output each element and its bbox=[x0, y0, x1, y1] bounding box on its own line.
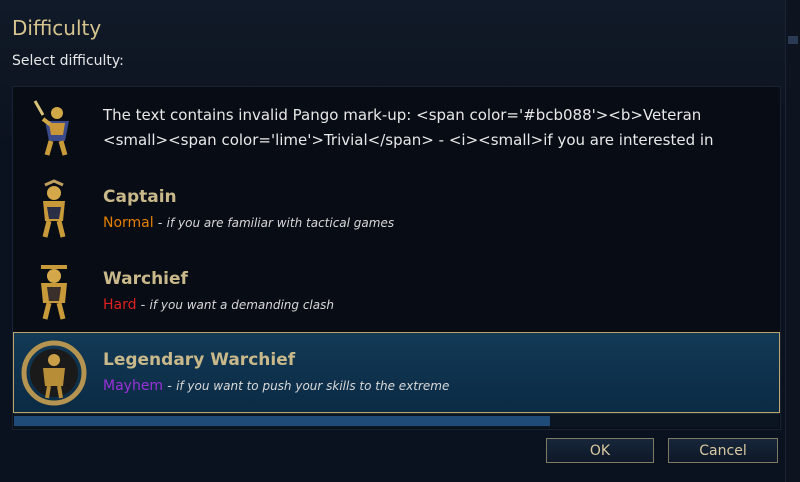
difficulty-hint: if you are familiar with tactical games bbox=[166, 216, 395, 230]
cancel-button[interactable]: Cancel bbox=[668, 438, 778, 463]
separator: - bbox=[167, 379, 172, 394]
difficulty-name: Captain bbox=[103, 187, 177, 207]
separator: - bbox=[140, 298, 146, 313]
difficulty-hint: if you want a demanding clash bbox=[149, 298, 334, 312]
legendary-warchief-laurel-icon bbox=[21, 340, 87, 406]
horizontal-scrollbar-thumb[interactable] bbox=[14, 416, 550, 426]
difficulty-row-captain[interactable]: Captain Normal - if you are familiar wit… bbox=[13, 169, 780, 250]
difficulty-level: Normal bbox=[103, 215, 154, 231]
error-line-1: The text contains invalid Pango mark-up:… bbox=[103, 106, 702, 124]
difficulty-description: Normal - if you are familiar with tactic… bbox=[103, 215, 394, 231]
warchief-sprite-icon bbox=[21, 259, 87, 325]
dialog-title: Difficulty bbox=[12, 16, 102, 40]
difficulty-level: Mayhem bbox=[103, 378, 164, 394]
ok-button[interactable]: OK bbox=[546, 438, 654, 463]
difficulty-row-warchief[interactable]: Warchief Hard - if you want a demanding … bbox=[13, 251, 780, 332]
difficulty-hint: if you want to push your skills to the e… bbox=[176, 379, 450, 393]
separator: - bbox=[157, 216, 163, 231]
vertical-scrollbar[interactable] bbox=[785, 0, 800, 482]
difficulty-row-veteran[interactable]: The text contains invalid Pango mark-up:… bbox=[13, 87, 780, 168]
difficulty-description: Hard - if you want a demanding clash bbox=[103, 297, 334, 313]
difficulty-dialog: Difficulty Select difficulty: The text c… bbox=[0, 0, 800, 482]
difficulty-name: Warchief bbox=[103, 269, 188, 289]
difficulty-description: Mayhem - if you want to push your skills… bbox=[103, 378, 449, 394]
captain-sprite-icon bbox=[21, 177, 87, 243]
invalid-markup-error-text: The text contains invalid Pango mark-up:… bbox=[103, 103, 714, 153]
swordsman-sprite-icon bbox=[21, 95, 87, 161]
dialog-subtitle: Select difficulty: bbox=[12, 53, 124, 69]
difficulty-list: The text contains invalid Pango mark-up:… bbox=[12, 86, 781, 430]
difficulty-row-legendary-warchief[interactable]: Legendary Warchief Mayhem - if you want … bbox=[13, 332, 780, 413]
difficulty-name: Legendary Warchief bbox=[103, 350, 296, 370]
horizontal-scrollbar[interactable] bbox=[14, 413, 779, 428]
difficulty-level: Hard bbox=[103, 297, 137, 313]
vertical-scrollbar-thumb[interactable] bbox=[788, 36, 798, 44]
error-line-2: <small><span color='lime'>Trivial</span>… bbox=[103, 131, 714, 149]
